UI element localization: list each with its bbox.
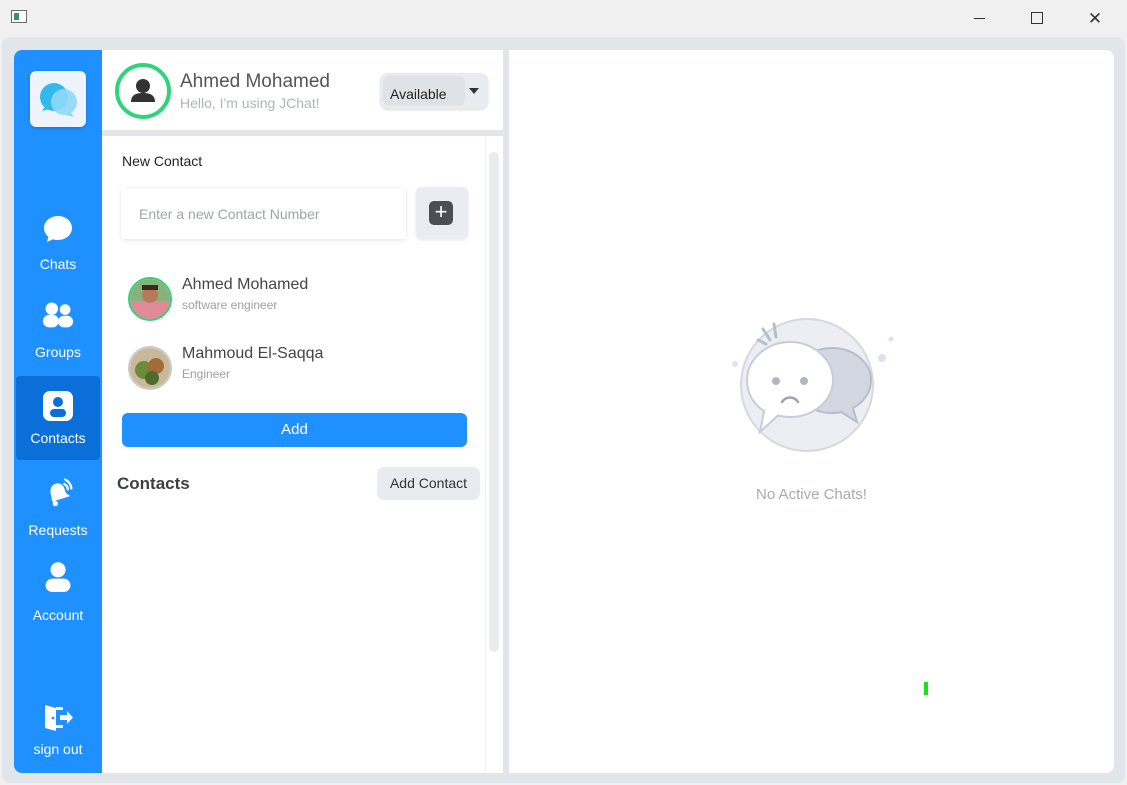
profile-avatar[interactable]: [115, 63, 171, 119]
scrollbar[interactable]: [485, 136, 503, 773]
sad-chat-bubbles-icon: [732, 318, 894, 452]
sidebar-item-account[interactable]: Account: [16, 558, 100, 642]
sign-out-label: sign out: [33, 741, 83, 757]
sidebar-item-groups[interactable]: Groups: [16, 294, 100, 378]
close-icon: ✕: [1087, 8, 1103, 28]
contact-photo: [130, 348, 170, 388]
sidebar-item-label: Requests: [28, 522, 88, 538]
maximize-icon: [1031, 12, 1043, 24]
add-contact-button[interactable]: Add Contact: [377, 467, 480, 500]
contact-name: Mahmoud El-Saqqa: [182, 345, 324, 362]
sign-out-icon: [45, 705, 73, 731]
bell-ringing-icon: [50, 478, 73, 507]
chevron-down-icon: [469, 88, 479, 94]
no-chats-illustration: [728, 318, 898, 458]
minimize-icon: [973, 17, 985, 19]
chat-bubble-icon: [44, 216, 72, 242]
sidebar-item-contacts[interactable]: Contacts: [16, 376, 100, 460]
contact-number-input[interactable]: [121, 188, 406, 239]
contact-role: software engineer: [182, 298, 278, 312]
sidebar-item-label: Account: [32, 607, 84, 623]
new-contact-title: New Contact: [122, 153, 203, 169]
scrollbar-thumb[interactable]: [489, 152, 499, 652]
sidebar-item-requests[interactable]: Requests: [16, 474, 100, 558]
minimize-button[interactable]: [950, 0, 1008, 36]
list-item[interactable]: Ahmed Mohamed software engineer: [122, 272, 472, 332]
maximize-button[interactable]: [1008, 0, 1066, 36]
sidebar-item-label: Contacts: [30, 430, 86, 446]
add-button[interactable]: Add: [122, 413, 467, 447]
availability-dropdown[interactable]: Available: [380, 73, 488, 109]
profile-name: Ahmed Mohamed: [180, 71, 330, 92]
sidebar-item-chats[interactable]: Chats: [16, 208, 100, 292]
contact-name: Ahmed Mohamed: [182, 276, 309, 293]
title-bar: ✕: [0, 0, 1127, 36]
sidebar: Chats Groups Contacts Requests Account s…: [14, 50, 102, 773]
contact-number-field: [121, 188, 406, 239]
plus-icon: +: [429, 201, 453, 225]
chat-logo-icon: [40, 83, 77, 117]
close-button[interactable]: ✕: [1066, 0, 1124, 36]
app-logo: [30, 71, 86, 127]
status-indicator: [924, 682, 928, 695]
sidebar-item-label: Groups: [35, 344, 81, 360]
app-icon: [11, 10, 27, 23]
empty-state-message: No Active Chats!: [756, 486, 867, 503]
availability-value: Available: [390, 86, 447, 102]
profile-status-message: Hello, I'm using JChat!: [180, 95, 320, 111]
availability-field: Available: [383, 76, 465, 106]
add-number-button[interactable]: +: [416, 187, 468, 239]
sidebar-item-label: Chats: [39, 256, 77, 272]
contact-card-icon: [43, 391, 73, 421]
list-item[interactable]: Mahmoud El-Saqqa Engineer: [122, 341, 472, 401]
sign-out-button[interactable]: sign out: [16, 700, 100, 784]
contact-role: Engineer: [182, 367, 231, 381]
groups-icon: [42, 302, 74, 328]
avatar: [128, 277, 172, 321]
contacts-heading: Contacts: [117, 474, 190, 493]
avatar: [128, 346, 172, 390]
contact-photo: [130, 279, 170, 319]
default-user-icon: [131, 79, 155, 102]
user-icon: [45, 562, 71, 592]
